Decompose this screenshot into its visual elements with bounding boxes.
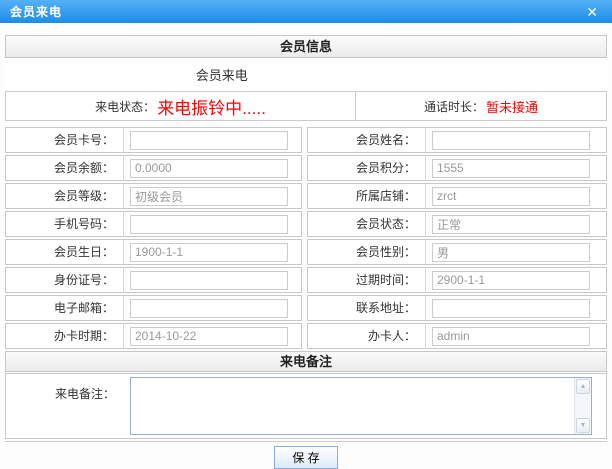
card-issue-date-input[interactable] [130, 327, 288, 346]
remark-row: 来电备注： ▲ ▼ [5, 373, 607, 439]
expiry-date-label: 过期时间： [308, 268, 426, 292]
field-card-issue-date: 办卡时期： [5, 323, 302, 349]
remark-header: 来电备注 [5, 351, 607, 372]
remark-textarea-frame: ▲ ▼ [130, 377, 592, 435]
member-status-label: 会员状态： [308, 212, 426, 236]
form-row: 会员卡号： 会员姓名： [5, 127, 607, 153]
field-expiry-date: 过期时间： [307, 267, 607, 293]
mobile-number-label: 手机号码： [6, 212, 124, 236]
member-card-no-label: 会员卡号： [6, 128, 124, 152]
form-row: 电子邮箱： 联系地址： [5, 295, 607, 321]
field-id-card-number: 身份证号： [5, 267, 302, 293]
dialog-title: 会员来电 [10, 3, 62, 20]
caller-title: 会员来电 [5, 65, 438, 84]
field-member-balance: 会员余额： [5, 155, 302, 181]
card-issuer-input[interactable] [432, 327, 590, 346]
field-member-birthday: 会员生日： [5, 239, 302, 265]
remark-textarea[interactable] [131, 378, 574, 434]
member-status-input[interactable] [432, 215, 590, 234]
member-points-input[interactable] [432, 159, 590, 178]
scroll-down-icon[interactable]: ▼ [576, 418, 590, 433]
member-level-label: 会员等级： [6, 184, 124, 208]
caller-row: 会员来电 [5, 58, 607, 91]
member-gender-label: 会员性别： [308, 240, 426, 264]
card-issue-date-label: 办卡时期： [6, 324, 124, 348]
email-input[interactable] [130, 299, 288, 318]
call-status-row: 来电状态： 来电振铃中..... 通话时长： 暂未接通 [5, 91, 607, 121]
id-card-number-input[interactable] [130, 271, 288, 290]
form-row: 会员余额： 会员积分： [5, 155, 607, 181]
card-issuer-label: 办卡人： [308, 324, 426, 348]
contact-address-input[interactable] [432, 299, 590, 318]
id-card-number-label: 身份证号： [6, 268, 124, 292]
dialog-titlebar: 会员来电 ✕ [0, 0, 612, 23]
form-row: 办卡时期： 办卡人： [5, 323, 607, 349]
email-label: 电子邮箱： [6, 296, 124, 320]
mobile-number-input[interactable] [130, 215, 288, 234]
member-points-label: 会员积分： [308, 156, 426, 180]
member-birthday-input[interactable] [130, 243, 288, 262]
remark-label: 来电备注： [6, 374, 124, 438]
field-member-gender: 会员性别： [307, 239, 607, 265]
call-status-cell: 来电状态： 来电振铃中..... [6, 92, 356, 120]
form-row: 身份证号： 过期时间： [5, 267, 607, 293]
field-member-points: 会员积分： [307, 155, 607, 181]
member-name-input[interactable] [432, 131, 590, 150]
member-store-input[interactable] [432, 187, 590, 206]
save-button[interactable]: 保 存 [274, 446, 338, 469]
member-info-header: 会员信息 [5, 35, 607, 58]
textarea-scrollbar[interactable]: ▲ ▼ [574, 378, 591, 434]
call-status-label: 来电状态： [95, 98, 155, 115]
form-row: 会员等级： 所属店铺： [5, 183, 607, 209]
close-icon[interactable]: ✕ [582, 3, 602, 21]
field-email: 电子邮箱： [5, 295, 302, 321]
call-duration-cell: 通话时长： 暂未接通 [356, 92, 606, 120]
expiry-date-input[interactable] [432, 271, 590, 290]
call-duration-value: 暂未接通 [486, 97, 538, 116]
scroll-up-icon[interactable]: ▲ [576, 379, 590, 394]
member-balance-label: 会员余额： [6, 156, 124, 180]
member-gender-input[interactable] [432, 243, 590, 262]
form-row: 会员生日： 会员性别： [5, 239, 607, 265]
member-balance-input[interactable] [130, 159, 288, 178]
member-store-label: 所属店铺： [308, 184, 426, 208]
field-member-status: 会员状态： [307, 211, 607, 237]
member-name-label: 会员姓名： [308, 128, 426, 152]
member-level-input[interactable] [130, 187, 288, 206]
field-contact-address: 联系地址： [307, 295, 607, 321]
member-birthday-label: 会员生日： [6, 240, 124, 264]
call-duration-label: 通话时长： [424, 98, 484, 115]
field-mobile-number: 手机号码： [5, 211, 302, 237]
dialog-body: 会员信息 会员来电 来电状态： 来电振铃中..... 通话时长： 暂未接通 会员… [0, 35, 612, 469]
call-status-value: 来电振铃中..... [157, 94, 266, 119]
contact-address-label: 联系地址： [308, 296, 426, 320]
field-member-store: 所属店铺： [307, 183, 607, 209]
dialog-footer: 保 存 [5, 441, 607, 469]
field-member-name: 会员姓名： [307, 127, 607, 153]
field-member-level: 会员等级： [5, 183, 302, 209]
form-row: 手机号码： 会员状态： [5, 211, 607, 237]
member-card-no-input[interactable] [130, 131, 288, 150]
member-form: 会员卡号： 会员姓名： 会员余额： 会员积分： 会员等级： 所属店铺： 手机号码： 会员状态：… [5, 127, 607, 349]
field-member-card-no: 会员卡号： [5, 127, 302, 153]
field-card-issuer: 办卡人： [307, 323, 607, 349]
